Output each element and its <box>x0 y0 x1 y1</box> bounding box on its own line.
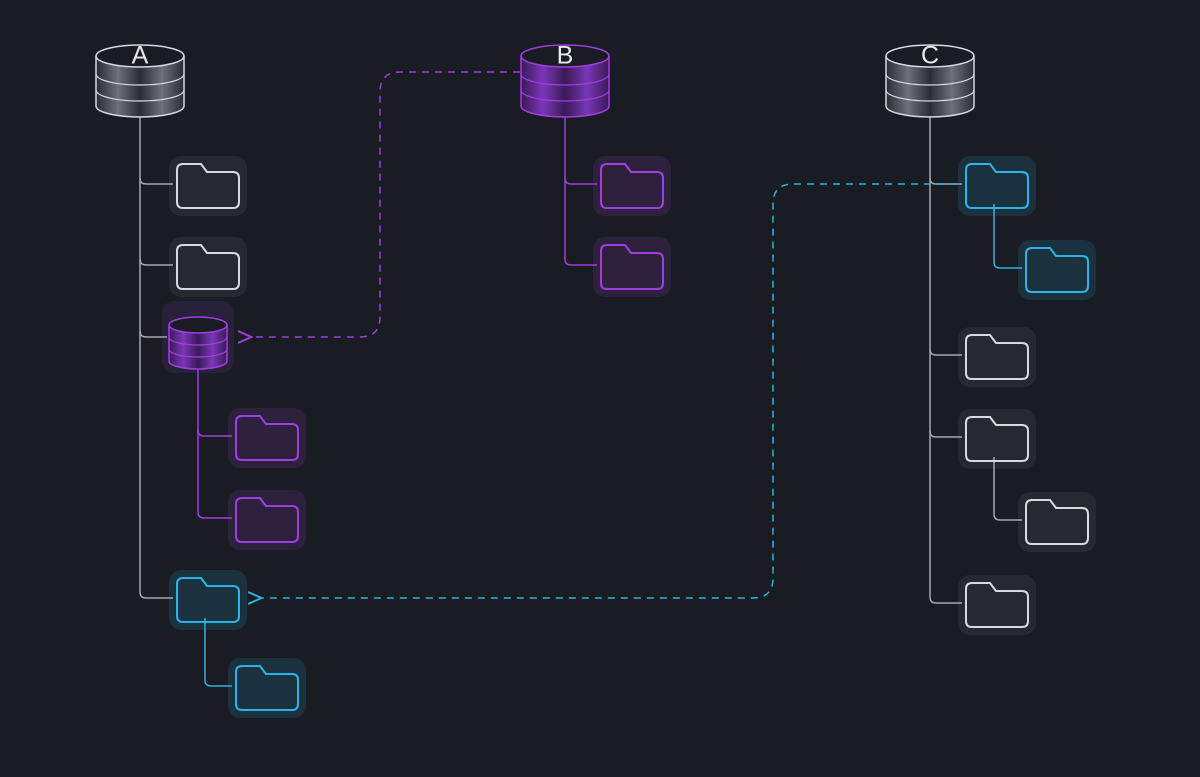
database-nested <box>162 301 234 373</box>
folder-icon <box>228 658 306 718</box>
tree-edge <box>565 110 597 265</box>
database-label: B <box>557 42 574 70</box>
database-label: A <box>132 42 149 70</box>
tree-edge <box>930 178 962 184</box>
tree-edge <box>198 430 232 436</box>
tree-edge <box>140 259 173 265</box>
tree-edges <box>140 110 1022 686</box>
folder-icon <box>169 570 247 630</box>
database-a: A <box>96 42 184 117</box>
cross-links <box>250 72 957 598</box>
folder-icon <box>958 575 1036 635</box>
folder-icon <box>228 490 306 550</box>
folder-icon <box>228 408 306 468</box>
folder-icon <box>958 156 1036 216</box>
database-label: C <box>921 42 939 70</box>
folder-icon <box>1018 492 1096 552</box>
folder-icon <box>958 327 1036 387</box>
tree-edge <box>930 431 962 437</box>
tree-edge <box>198 370 232 518</box>
folder-icon <box>1018 240 1096 300</box>
folder-icon <box>169 156 247 216</box>
database-c: C <box>886 42 974 117</box>
tree-edge <box>140 178 173 184</box>
tree-edge <box>565 178 597 184</box>
folder-icon <box>958 409 1036 469</box>
folder-icon <box>593 237 671 297</box>
database-b: B <box>521 42 609 117</box>
folder-icon <box>169 237 247 297</box>
tree-edge <box>930 349 962 355</box>
folder-icon <box>593 156 671 216</box>
link-b-to-nested <box>250 72 520 337</box>
diagram-canvas: A B C <box>0 0 1200 777</box>
